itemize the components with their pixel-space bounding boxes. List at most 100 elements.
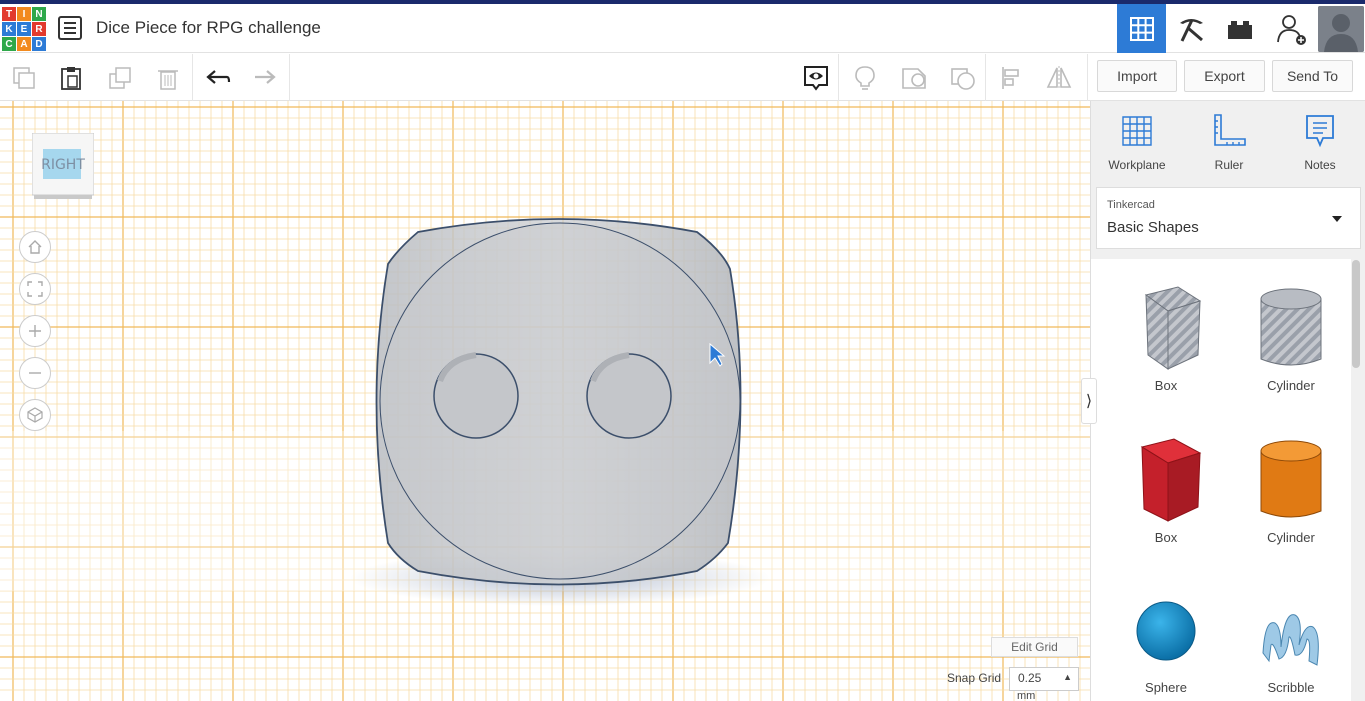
shape-box-hole[interactable]: Box: [1111, 285, 1221, 393]
fit-view-button[interactable]: [19, 273, 51, 305]
paste-icon: [61, 67, 81, 90]
logo-letter-tile: C: [2, 37, 16, 51]
snap-grid-value: 0.25: [1018, 671, 1042, 685]
zoom-out-button[interactable]: [19, 357, 51, 389]
shape-sphere[interactable]: Sphere: [1111, 597, 1221, 695]
redo-icon: [255, 70, 276, 84]
view-cube[interactable]: RIGHT: [31, 132, 95, 199]
group-button[interactable]: [898, 62, 930, 94]
invite-user-button[interactable]: [1266, 4, 1315, 53]
tinkercad-logo[interactable]: TIN KER CAD: [2, 7, 46, 51]
copy-button[interactable]: [8, 62, 40, 94]
ungroup-button[interactable]: [947, 62, 979, 94]
shape-box-solid[interactable]: Box: [1111, 437, 1221, 545]
design-list-button[interactable]: [58, 16, 82, 40]
library-name: Basic Shapes: [1107, 219, 1199, 236]
user-silhouette-icon: [1318, 6, 1364, 52]
notes-tool[interactable]: Notes: [1280, 113, 1360, 172]
home-icon: [28, 240, 42, 254]
add-user-icon: [1276, 14, 1306, 45]
minus-icon: [29, 372, 41, 374]
sphere-icon: [1136, 601, 1196, 661]
box-solid-icon: [1140, 438, 1202, 522]
workplane-icon: [1122, 116, 1152, 146]
shape-label: Sphere: [1145, 680, 1187, 695]
send-to-button[interactable]: Send To: [1272, 60, 1353, 92]
toolbar-divider: [838, 54, 839, 101]
dice-object[interactable]: [0, 101, 1090, 701]
undo-button[interactable]: [202, 62, 234, 94]
export-button[interactable]: Export: [1184, 60, 1265, 92]
workplane-label: Workplane: [1108, 158, 1166, 172]
snap-grid-select[interactable]: 0.25 ▲: [1009, 667, 1079, 691]
design-title[interactable]: Dice Piece for RPG challenge: [96, 18, 321, 38]
shape-label: Box: [1154, 530, 1178, 545]
app-header: TIN KER CAD Dice Piece for RPG challenge: [0, 4, 1365, 53]
ruler-icon: [1214, 114, 1246, 146]
logo-letter-tile: D: [32, 37, 46, 51]
lightbulb-icon: [855, 66, 875, 90]
fit-view-icon: [27, 281, 43, 297]
redo-button[interactable]: [248, 62, 280, 94]
duplicate-button[interactable]: [104, 62, 136, 94]
notes-label: Notes: [1304, 158, 1336, 172]
delete-button[interactable]: [152, 62, 184, 94]
plus-icon: [29, 325, 41, 337]
align-button[interactable]: [996, 62, 1028, 94]
shapes-grid: Box Cylinder Box Cylinder Sphere Scribbl…: [1091, 259, 1351, 701]
toolbar-divider: [192, 54, 193, 101]
user-avatar[interactable]: [1318, 6, 1364, 52]
right-panel: Workplane Ruler Notes Tinkercad Basic Sh…: [1090, 101, 1365, 701]
workplane-tool[interactable]: Workplane: [1097, 113, 1177, 172]
group-icon: [902, 68, 926, 89]
paste-button[interactable]: [55, 62, 87, 94]
ruler-label: Ruler: [1214, 158, 1244, 172]
shape-label: Scribble: [1267, 680, 1315, 695]
dropdown-caret-icon: [1332, 216, 1342, 222]
grid-view-icon: [1129, 16, 1154, 41]
trash-icon: [158, 70, 178, 90]
snap-grid-label: Snap Grid: [947, 671, 1002, 685]
import-button[interactable]: Import: [1097, 60, 1177, 92]
align-icon: [1002, 67, 1019, 89]
toolbar-divider: [1087, 54, 1088, 101]
logo-letter-tile: N: [32, 7, 46, 21]
shapes-scrollbar[interactable]: [1352, 260, 1360, 368]
chevron-right-icon: ⟩: [1085, 393, 1093, 410]
ungroup-icon: [951, 68, 975, 90]
shape-scribble[interactable]: Scribble: [1236, 597, 1346, 695]
shape-cylinder-hole[interactable]: Cylinder: [1236, 285, 1346, 393]
toolbar-divider: [985, 54, 986, 101]
snap-grid-unit: mm: [1017, 690, 1036, 701]
edit-grid-button[interactable]: Edit Grid: [991, 637, 1078, 657]
shape-library-select[interactable]: Tinkercad Basic Shapes: [1096, 187, 1361, 249]
ruler-tool[interactable]: Ruler: [1189, 113, 1269, 172]
mirror-button[interactable]: [1043, 62, 1075, 94]
pickaxe-icon: [1179, 18, 1203, 42]
copy-icon: [13, 67, 35, 89]
bricks-view-button[interactable]: [1215, 4, 1264, 53]
notes-icon: [1306, 115, 1334, 148]
view-cube-face-label: RIGHT: [41, 157, 85, 173]
duplicate-icon: [109, 67, 131, 89]
home-view-button[interactable]: [19, 231, 51, 263]
undo-icon: [206, 70, 231, 84]
cylinder-solid-icon: [1260, 440, 1322, 518]
perspective-button[interactable]: [19, 399, 51, 431]
shape-cylinder-solid[interactable]: Cylinder: [1236, 437, 1346, 545]
workplane-canvas[interactable]: Edit Grid Snap Grid 0.25 ▲ mm: [0, 101, 1090, 701]
panel-collapse-toggle[interactable]: ⟩: [1081, 378, 1097, 424]
logo-letter-tile: A: [17, 37, 31, 51]
show-all-button[interactable]: [800, 62, 832, 94]
cube-perspective-icon: [27, 407, 43, 423]
logo-letter-tile: E: [17, 22, 31, 36]
shape-label: Cylinder: [1267, 530, 1315, 545]
blocks-view-button[interactable]: [1166, 4, 1215, 53]
mirror-icon: [1046, 66, 1072, 90]
shape-label: Box: [1154, 378, 1178, 393]
3d-design-view-button[interactable]: [1117, 4, 1166, 53]
toggle-light-button[interactable]: [849, 62, 881, 94]
scribble-icon: [1262, 614, 1319, 666]
zoom-in-button[interactable]: [19, 315, 51, 347]
box-hole-icon: [1144, 286, 1202, 370]
